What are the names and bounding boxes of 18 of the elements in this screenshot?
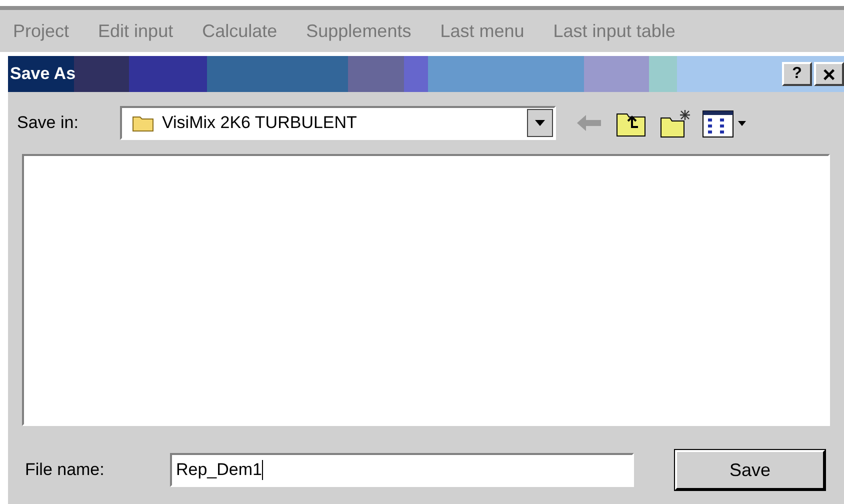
folder-icon <box>132 114 154 132</box>
menu-item[interactable]: Project <box>13 18 70 44</box>
file-name-label: File name: <box>25 459 106 482</box>
file-name-field[interactable]: Rep_Dem1 <box>170 453 634 487</box>
window-title: Save As <box>10 63 76 86</box>
menu-item[interactable]: Last menu <box>440 18 524 44</box>
menu-item[interactable]: Calculate <box>202 18 278 44</box>
save-in-label: Save in: <box>17 112 80 134</box>
menu-item[interactable]: Last input table <box>553 18 676 44</box>
view-menu-icon[interactable] <box>702 108 748 138</box>
close-button[interactable]: × <box>814 62 844 86</box>
folder-dropdown[interactable]: VisiMix 2K6 TURBULENT <box>120 106 556 140</box>
help-button[interactable]: ? <box>782 62 812 86</box>
save-button[interactable]: Save <box>675 450 825 490</box>
new-folder-icon[interactable] <box>660 108 692 138</box>
folder-name: VisiMix 2K6 TURBULENT <box>162 112 357 134</box>
menu-item[interactable]: Supplements <box>306 18 412 44</box>
menu-item[interactable]: Edit input <box>98 18 174 44</box>
